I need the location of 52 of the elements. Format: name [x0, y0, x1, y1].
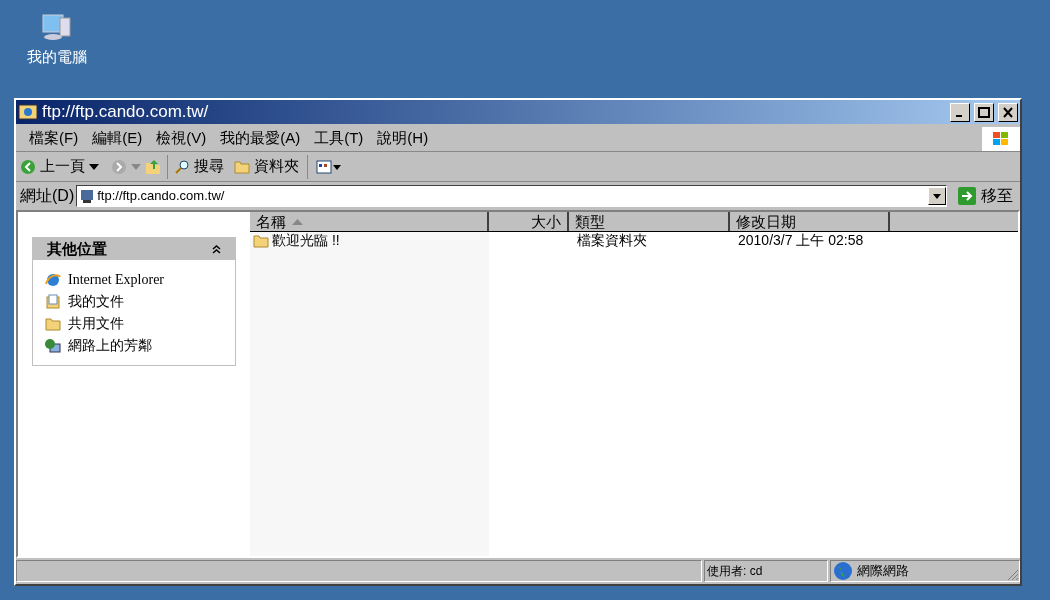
folder-icon [234, 159, 250, 174]
network-globe-icon [45, 337, 61, 354]
window-title: ftp://ftp.cando.com.tw/ [42, 101, 210, 124]
place-link[interactable]: Internet Explorer [68, 269, 164, 290]
maximize-icon [978, 106, 990, 118]
document-icon [45, 293, 61, 310]
column-header[interactable]: 類型 [569, 212, 730, 231]
panel-title: 其他位置 [47, 238, 107, 259]
minimize-icon [955, 115, 962, 117]
close-icon [1002, 106, 1014, 118]
folders-button[interactable]: 資料夾 [234, 155, 299, 178]
address-field[interactable]: ftp://ftp.cando.com.tw/ [76, 185, 947, 207]
menu-item[interactable]: 我的最愛(A) [213, 127, 308, 150]
collapse-chevron-icon[interactable] [212, 244, 221, 254]
folder-icon [45, 316, 61, 331]
ftp-folder-icon [18, 103, 38, 121]
menu-item[interactable]: 檔案(F) [22, 127, 86, 150]
ie-icon [45, 271, 61, 288]
menu-item[interactable]: 說明(H) [370, 127, 436, 150]
place-link[interactable]: 我的文件 [68, 291, 124, 312]
menu-item[interactable]: 編輯(E) [85, 127, 150, 150]
column-header[interactable]: 大小 [489, 212, 569, 231]
back-button[interactable]: 上一頁 [20, 155, 85, 178]
minimize-button[interactable] [950, 102, 970, 122]
status-zone: 網際網路 [857, 562, 909, 581]
status-user: 使用者: cd [707, 563, 763, 580]
views-button[interactable] [316, 159, 342, 174]
place-link[interactable]: 網路上的芳鄰 [68, 335, 152, 356]
table-cell-text: 2010/3/7 上午 02:58 [738, 231, 864, 250]
address-label: 網址(D) [20, 186, 75, 206]
windows-logo-icon [992, 130, 1010, 147]
address-dropdown-button[interactable] [928, 187, 946, 205]
dropdown-arrow-icon[interactable] [89, 163, 99, 170]
search-button[interactable]: 搜尋 [174, 155, 224, 178]
address-value: ftp://ftp.cando.com.tw/ [97, 187, 226, 206]
menu-item[interactable]: 檢視(V) [149, 127, 214, 150]
maximize-button[interactable] [974, 102, 994, 122]
globe-icon [833, 561, 853, 581]
views-icon [316, 159, 342, 174]
resize-grip-icon[interactable] [1007, 569, 1019, 581]
search-icon [174, 158, 190, 175]
place-link[interactable]: 共用文件 [68, 313, 124, 334]
network-drive-icon [79, 188, 96, 204]
close-button[interactable] [998, 102, 1018, 122]
panel-header[interactable]: 其他位置 [33, 238, 235, 260]
menu-item[interactable]: 工具(T) [307, 127, 371, 150]
go-button[interactable]: 移至 [955, 184, 1016, 208]
table-cell-text: 檔案資料夾 [577, 231, 647, 250]
column-header[interactable]: 修改日期 [730, 212, 890, 231]
desktop-icon-label[interactable]: 我的電腦 [27, 46, 87, 69]
caret-icon [933, 193, 941, 199]
file-name[interactable]: 歡迎光臨 !! [272, 230, 340, 251]
